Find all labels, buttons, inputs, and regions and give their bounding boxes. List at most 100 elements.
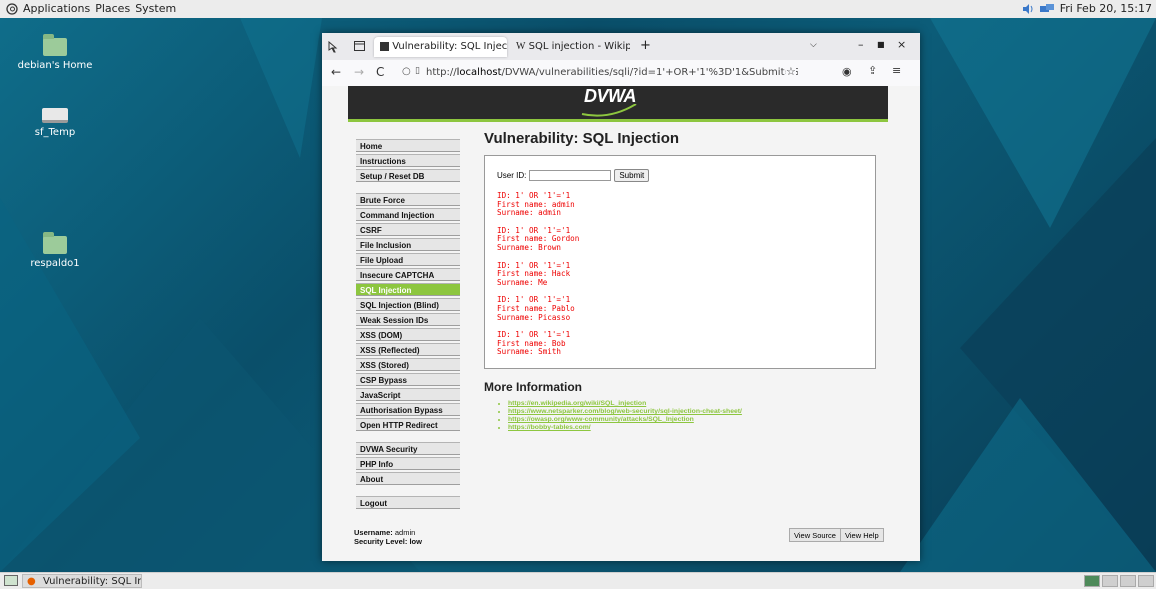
menu-item-open-http-redirect[interactable]: Open HTTP Redirect [356, 418, 460, 431]
menu-item-xss-reflected[interactable]: XSS (Reflected) [356, 343, 460, 356]
menu-item-logout[interactable]: Logout [356, 496, 460, 509]
wikipedia-favicon-icon: W [516, 41, 526, 52]
debian-logo-icon[interactable] [6, 2, 18, 15]
user-id-input[interactable] [529, 170, 612, 181]
menu-item-sql-injection-blind[interactable]: SQL Injection (Blind) [356, 298, 460, 311]
menu-item-brute-force[interactable]: Brute Force [356, 193, 460, 206]
page-content: DVWA Home Instructions Setup / Reset DB … [322, 86, 920, 561]
cursor-icon[interactable] [328, 41, 338, 53]
more-information-heading: More Information [484, 380, 582, 394]
dvwa-main: Vulnerability: SQL Injection User ID: Su… [484, 130, 884, 432]
clock[interactable]: Fri Feb 20, 15:17 [1060, 2, 1152, 15]
shield-icon[interactable]: ○ [402, 66, 411, 77]
menu-item-xss-dom[interactable]: XSS (DOM) [356, 328, 460, 341]
page-info-icon[interactable]: ▯ [415, 66, 420, 76]
more-information-links: https://en.wikipedia.org/wiki/SQL_inject… [484, 400, 884, 432]
desktop-icon-label: respaldo1 [30, 258, 80, 269]
list-item: https://en.wikipedia.org/wiki/SQL_inject… [508, 400, 884, 408]
user-info: Username: admin Security Level: low [354, 528, 422, 546]
url-path: /DVWA/vulnerabilities/sqli/?id=1'+OR+'1'… [501, 67, 798, 78]
menu-places[interactable]: Places [95, 2, 130, 15]
panel-menus: Applications Places System [6, 2, 176, 15]
user-id-form: User ID: Submit [497, 169, 650, 182]
tab-bar: Vulnerability: SQL Injectio × W SQL inje… [322, 33, 920, 60]
menu-item-authorisation-bypass[interactable]: Authorisation Bypass [356, 403, 460, 416]
chevron-down-icon[interactable]: ⌵ [810, 40, 817, 50]
browser-window: Vulnerability: SQL Injectio × W SQL inje… [322, 33, 920, 561]
url-host: localhost [456, 67, 502, 78]
submit-button[interactable]: Submit [614, 169, 650, 182]
result-block: ID: 1' OR '1'='1 First name: Pablo Surname… [497, 295, 575, 322]
menu-item-instructions[interactable]: Instructions [356, 154, 460, 167]
menu-item-insecure-captcha[interactable]: Insecure CAPTCHA [356, 268, 460, 281]
menu-system[interactable]: System [135, 2, 176, 15]
menu-item-home[interactable]: Home [356, 139, 460, 152]
logo-swoosh-icon [581, 104, 637, 117]
share-icon[interactable]: ⇪ [868, 64, 877, 77]
folder-icon [43, 232, 67, 254]
menu-item-javascript[interactable]: JavaScript [356, 388, 460, 401]
minimize-icon[interactable]: – [858, 38, 864, 51]
menu-item-dvwa-security[interactable]: DVWA Security [356, 442, 460, 455]
query-results: ID: 1' OR '1'='1 First name: admin Surname… [497, 191, 580, 366]
workspace-2[interactable] [1102, 575, 1118, 587]
menu-item-csrf[interactable]: CSRF [356, 223, 460, 236]
desktop-icon-label: sf_Temp [34, 127, 76, 138]
taskbar-item-label: Vulnerability: SQL Inje... [43, 576, 141, 587]
menu-applications[interactable]: Applications [23, 2, 90, 15]
security-level: Security Level: low [354, 537, 422, 546]
username-value: admin [394, 528, 416, 537]
workspace-1[interactable] [1084, 575, 1100, 587]
menu-item-csp-bypass[interactable]: CSP Bypass [356, 373, 460, 386]
link-owasp[interactable]: https://owasp.org/www-community/attacks/… [508, 416, 694, 423]
username-label: Username: [354, 528, 393, 537]
list-item: https://www.netsparker.com/blog/web-secu… [508, 408, 884, 416]
tab-sql-injection[interactable]: Vulnerability: SQL Injectio × [374, 37, 507, 57]
menu-item-about[interactable]: About [356, 472, 460, 485]
desktop-icon-sf-temp[interactable]: sf_Temp [10, 108, 100, 138]
network-icon[interactable] [1039, 3, 1054, 15]
desktop-icon-home[interactable]: debian's Home [10, 34, 100, 71]
tab-wikipedia[interactable]: W SQL injection - Wikipedia × [510, 37, 630, 57]
bookmark-star-icon[interactable]: ☆ [786, 65, 796, 78]
maximize-icon[interactable]: ■ [877, 40, 885, 49]
tab-list-icon[interactable] [354, 41, 365, 51]
menu-item-file-inclusion[interactable]: File Inclusion [356, 238, 460, 251]
show-desktop-icon[interactable] [4, 575, 18, 586]
result-block: ID: 1' OR '1'='1 First name: Gordon Surnam… [497, 225, 580, 252]
firefox-icon: ● [27, 576, 36, 587]
list-item: https://owasp.org/www-community/attacks/… [508, 416, 884, 424]
close-icon[interactable]: × [897, 38, 906, 51]
link-bobby-tables[interactable]: https://bobby-tables.com/ [508, 424, 591, 431]
result-block: ID: 1' OR '1'='1 First name: admin Surname… [497, 191, 575, 218]
taskbar-item-browser[interactable]: ● Vulnerability: SQL Inje... [22, 574, 142, 588]
menu-item-sql-injection[interactable]: SQL Injection [356, 283, 460, 296]
workspace-3[interactable] [1120, 575, 1136, 587]
desktop-icon-respaldo1[interactable]: respaldo1 [10, 232, 100, 269]
list-item: https://bobby-tables.com/ [508, 424, 884, 432]
link-wikipedia[interactable]: https://en.wikipedia.org/wiki/SQL_inject… [508, 400, 646, 407]
volume-icon[interactable] [1022, 3, 1034, 15]
view-help-button[interactable]: View Help [840, 528, 884, 542]
result-block: ID: 1' OR '1'='1 First name: Hack Surname:… [497, 260, 571, 287]
menu-item-weak-session-ids[interactable]: Weak Session IDs [356, 313, 460, 326]
menu-item-setup[interactable]: Setup / Reset DB [356, 169, 460, 182]
menu-item-file-upload[interactable]: File Upload [356, 253, 460, 266]
menu-item-command-injection[interactable]: Command Injection [356, 208, 460, 221]
url-bar[interactable]: http://localhost/DVWA/vulnerabilities/sq… [426, 64, 798, 82]
panel-tray: Fri Feb 20, 15:17 [1022, 2, 1152, 15]
view-source-button[interactable]: View Source [789, 528, 841, 542]
dvwa-page: DVWA Home Instructions Setup / Reset DB … [348, 86, 888, 561]
tab-label: Vulnerability: SQL Injectio [392, 41, 507, 52]
menu-item-xss-stored[interactable]: XSS (Stored) [356, 358, 460, 371]
reload-icon[interactable]: C [376, 65, 384, 79]
back-icon[interactable]: ← [331, 65, 341, 79]
new-tab-icon[interactable]: + [640, 38, 651, 53]
workspace-4[interactable] [1138, 575, 1154, 587]
link-netsparker[interactable]: https://www.netsparker.com/blog/web-secu… [508, 408, 742, 415]
dvwa-favicon-icon [380, 41, 389, 51]
extension-icon[interactable]: ◉ [842, 65, 852, 78]
hamburger-menu-icon[interactable]: ≡ [892, 64, 901, 77]
forward-icon[interactable]: → [354, 65, 364, 79]
menu-item-php-info[interactable]: PHP Info [356, 457, 460, 470]
